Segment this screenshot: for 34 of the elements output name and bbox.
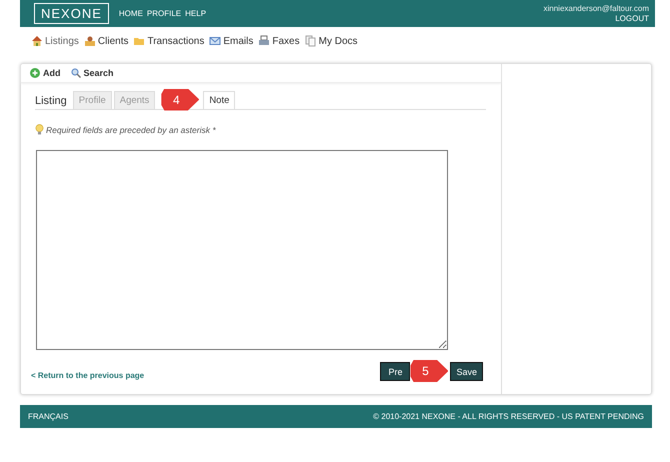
section-title: Listing — [35, 95, 67, 109]
menu-link[interactable]: PROFILE — [146, 9, 182, 18]
back-link[interactable]: < Return to the previous page — [31, 371, 144, 380]
search-icon — [70, 68, 80, 78]
plus-icon — [30, 68, 40, 78]
logo[interactable]: NEXONE — [34, 3, 109, 24]
house-icon — [31, 35, 43, 47]
copyright-text: © 2010-2021 NEXONE - ALL RIGHTS RESERVED - US PATENT PENDING — [373, 412, 644, 421]
mail-icon — [209, 35, 222, 47]
language-link[interactable]: FRANÇAIS — [28, 412, 68, 421]
menu-link[interactable]: HOME — [118, 9, 143, 18]
note-field[interactable] — [36, 150, 448, 350]
nav-link[interactable]: My Docs — [304, 33, 358, 49]
printer-icon — [258, 35, 270, 47]
add-link[interactable]: Add — [30, 68, 60, 78]
menu-link[interactable]: HELP — [185, 9, 206, 18]
hint-text: Required fields are preceded by an asterisk * — [46, 124, 216, 134]
search-link[interactable]: Search — [70, 68, 114, 78]
nav-link[interactable]: Emails — [209, 33, 254, 49]
tab[interactable]: Note — [203, 91, 236, 109]
logout-link[interactable]: LOGOUT — [615, 14, 649, 24]
user-email: xinniexanderson@faltour.com — [543, 4, 649, 14]
nav-link[interactable]: Listings — [31, 33, 79, 49]
nav-link[interactable]: Clients — [84, 33, 128, 49]
action-button[interactable]: Save — [450, 362, 483, 380]
action-button[interactable]: Pre — [380, 362, 410, 380]
docs-icon — [304, 35, 317, 47]
lightbulb-icon — [35, 124, 44, 135]
nav-link[interactable]: Transactions — [133, 33, 204, 49]
nav-link[interactable]: Faxes — [258, 33, 300, 49]
person-icon — [84, 35, 96, 47]
step-callout: 5 — [410, 360, 448, 382]
step-callout: 4 — [161, 88, 200, 110]
folder-icon — [133, 35, 146, 47]
